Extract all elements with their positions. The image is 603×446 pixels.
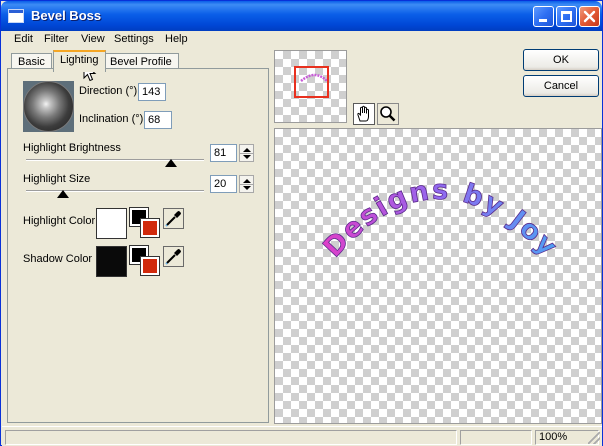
minimize-button[interactable] (533, 6, 554, 27)
highlight-size-label: Highlight Size (23, 173, 91, 185)
preview-text: Designs by Joy (317, 175, 564, 264)
highlight-brightness-label: Highlight Brightness (23, 142, 121, 154)
close-button[interactable] (579, 6, 600, 27)
highlight-brightness-thumb[interactable] (165, 159, 177, 167)
status-info-cell (460, 430, 532, 445)
highlight-color-label: Highlight Color (23, 215, 96, 227)
eyedropper-icon (165, 249, 181, 265)
magnifier-icon (380, 106, 396, 122)
highlight-brightness-spinner[interactable] (239, 144, 254, 162)
shadow-eyedropper-button[interactable] (163, 246, 184, 267)
app-icon (8, 9, 24, 23)
light-direction-sphere[interactable] (23, 81, 74, 132)
bevel-boss-window: Bevel Boss Edit Filter View Settings Hel… (0, 0, 603, 446)
inclination-label: Inclination (°) (79, 113, 144, 125)
shadow-color-swatch[interactable] (96, 246, 127, 277)
shadow-color-label: Shadow Color (23, 253, 93, 265)
shadow-color-palette[interactable] (129, 245, 161, 277)
menu-edit[interactable]: Edit (14, 33, 33, 45)
pan-tool-button[interactable] (353, 103, 375, 125)
menu-bar: Edit Filter View Settings Help (2, 31, 602, 49)
cancel-button[interactable]: Cancel (523, 75, 599, 97)
tab-lighting[interactable]: Lighting (53, 50, 106, 72)
menu-help[interactable]: Help (165, 33, 188, 45)
preview-image: Designs by Joy (317, 174, 564, 264)
status-message-cell (5, 430, 457, 445)
highlight-brightness-track[interactable] (26, 159, 204, 161)
hand-icon (357, 105, 369, 122)
highlight-color-palette[interactable] (129, 207, 161, 239)
maximize-button[interactable] (556, 6, 577, 27)
direction-field[interactable]: 143 (138, 83, 166, 101)
highlight-eyedropper-button[interactable] (163, 208, 184, 229)
highlight-color-swatch[interactable] (96, 208, 127, 239)
status-bar: 100% (2, 426, 602, 446)
highlight-size-thumb[interactable] (57, 190, 69, 198)
highlight-size-spinner[interactable] (239, 175, 254, 193)
zoom-tool-button[interactable] (377, 103, 399, 125)
eyedropper-icon (165, 211, 181, 227)
window-title: Bevel Boss (31, 8, 102, 23)
maximize-icon (561, 11, 572, 22)
menu-view[interactable]: View (81, 33, 105, 45)
menu-settings[interactable]: Settings (114, 33, 154, 45)
preview-canvas[interactable]: Designs by Joy (274, 128, 602, 424)
close-icon (583, 10, 596, 23)
ok-button[interactable]: OK (523, 49, 599, 71)
highlight-size-track[interactable] (26, 190, 204, 192)
background-color-chip (140, 256, 160, 276)
inclination-field[interactable]: 68 (144, 111, 172, 129)
highlight-size-field[interactable]: 20 (210, 175, 237, 193)
resize-grip[interactable] (588, 432, 600, 444)
title-bar[interactable]: Bevel Boss (1, 1, 602, 31)
highlight-brightness-field[interactable]: 81 (210, 144, 237, 162)
minimize-icon (539, 19, 547, 22)
navigator-viewport-rect[interactable] (294, 66, 329, 98)
menu-filter[interactable]: Filter (44, 33, 68, 45)
background-color-chip (140, 218, 160, 238)
direction-label: Direction (°) (79, 85, 138, 97)
